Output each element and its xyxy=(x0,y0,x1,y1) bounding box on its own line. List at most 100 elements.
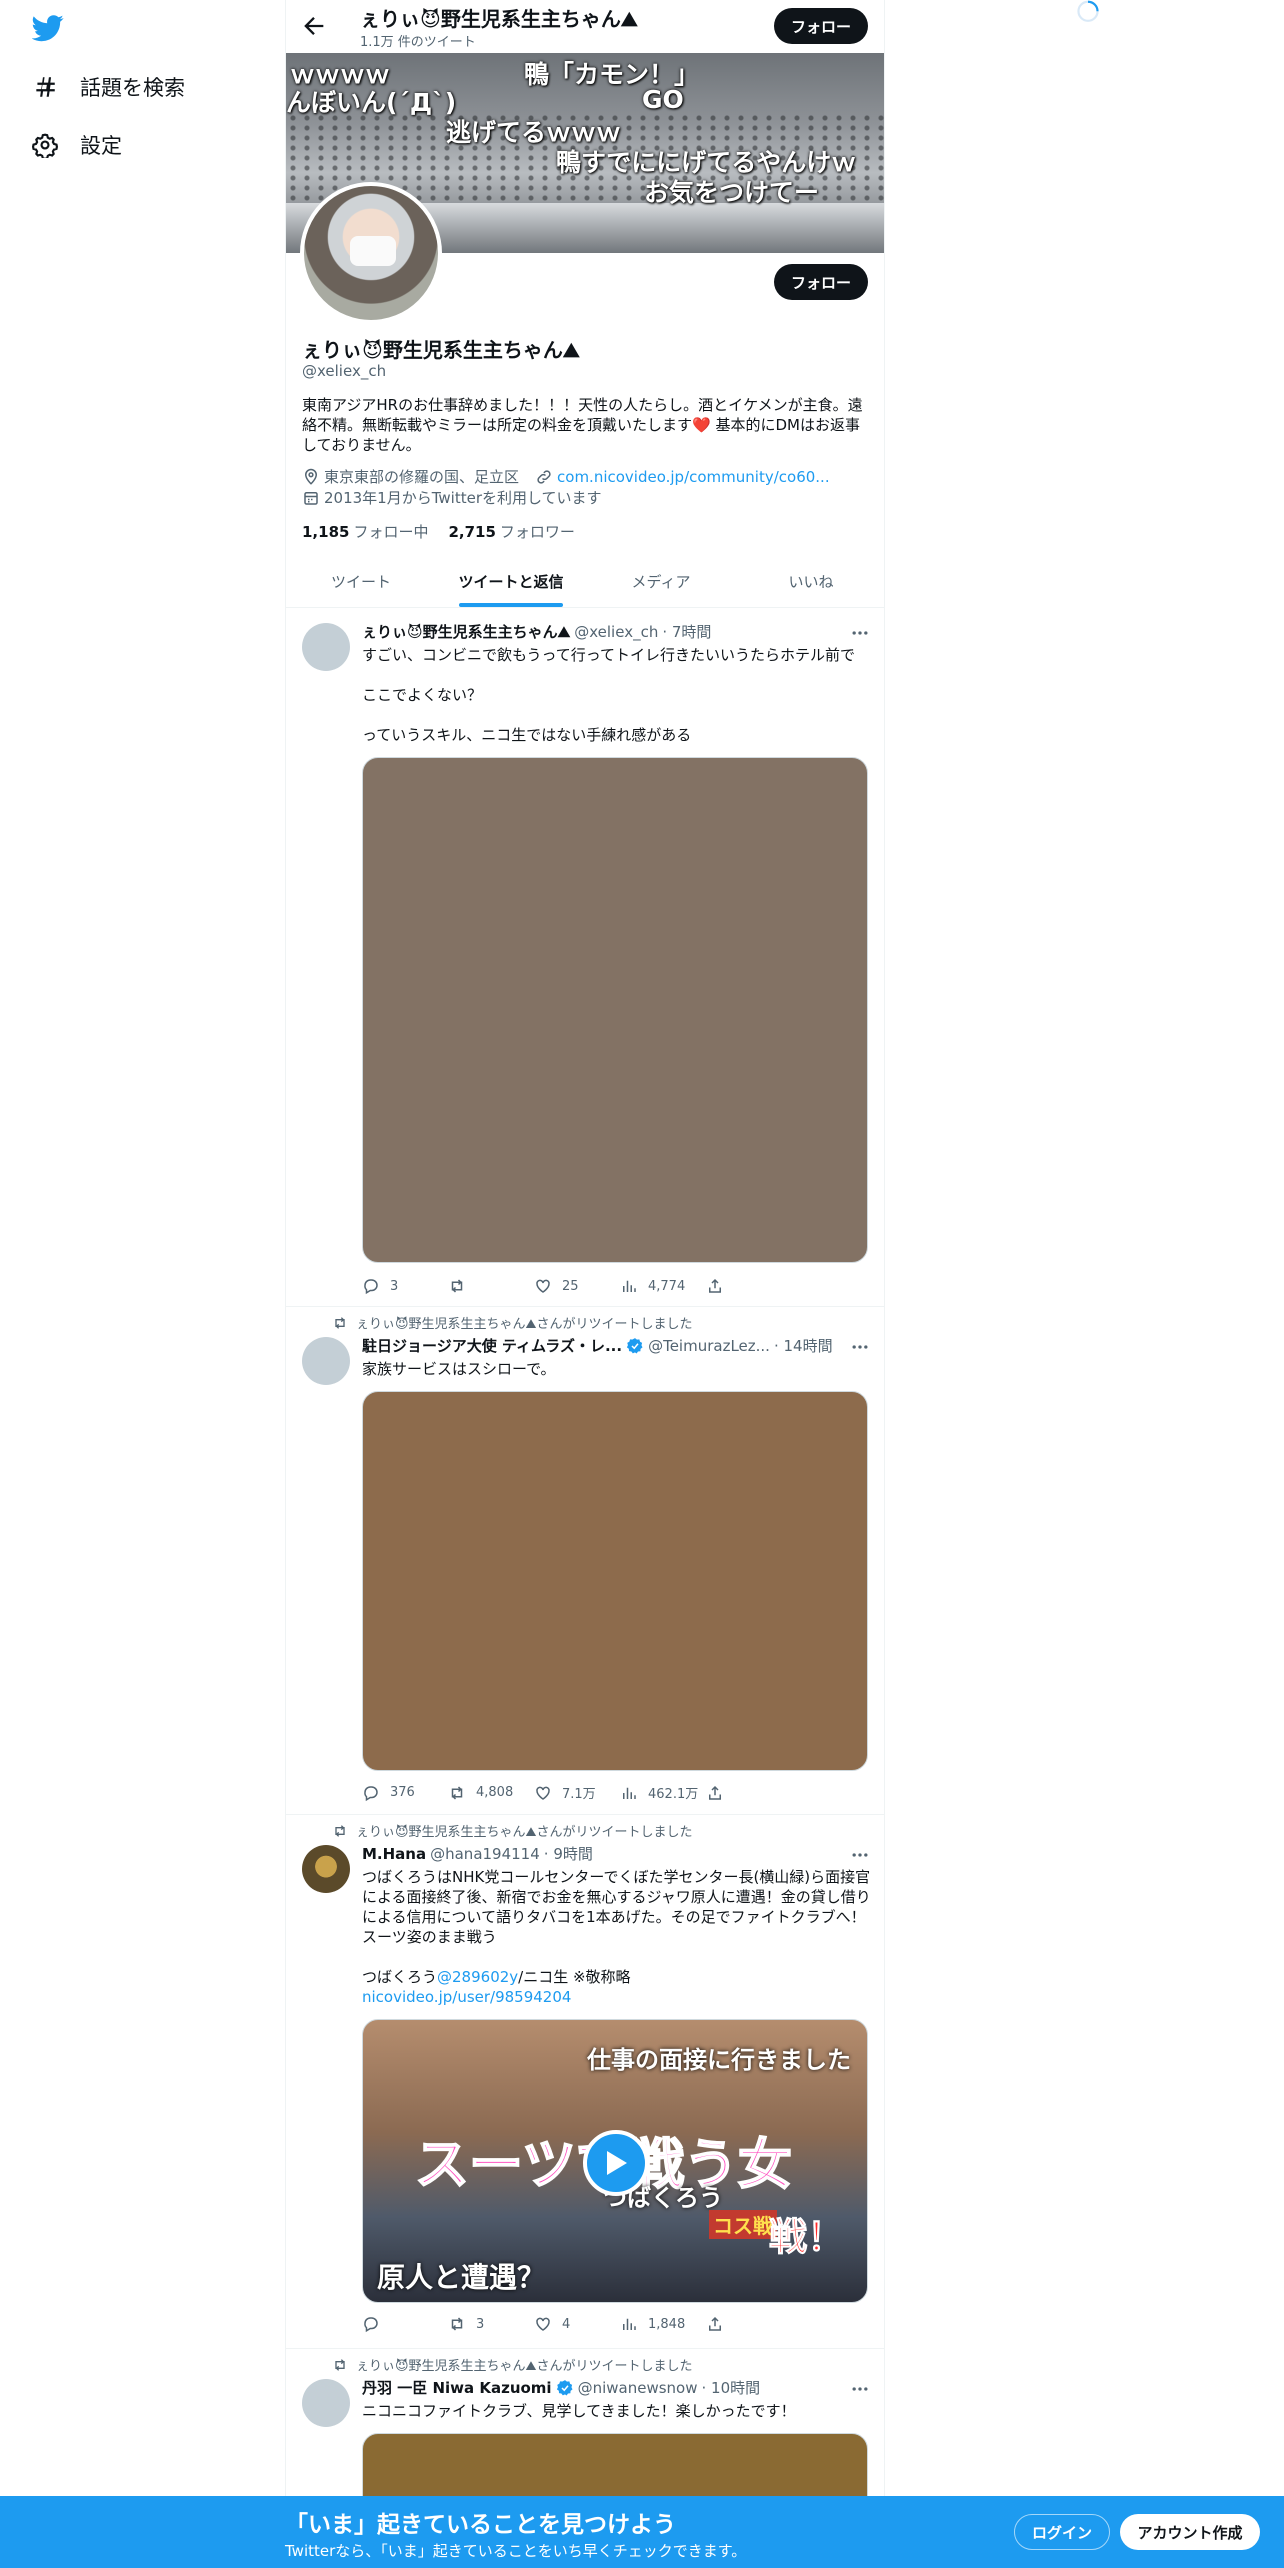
tweet-author-handle[interactable]: @TeimurazLez... xyxy=(648,1337,770,1355)
tab-tweets-and-replies[interactable]: ツイートと返信 xyxy=(436,555,586,607)
banner-text: んぼいん(´Д`) xyxy=(286,88,457,117)
play-icon xyxy=(607,2151,627,2175)
tweet-text: 家族サービスはスシローで。 xyxy=(362,1360,556,1378)
tab-media[interactable]: メディア xyxy=(586,555,736,607)
nav-explore-label: 話題を検索 xyxy=(80,76,185,100)
tweet-author-name[interactable]: ぇりぃ😈野生児系生主ちゃん⛰ xyxy=(362,621,570,642)
tab-tweets[interactable]: ツイート xyxy=(286,555,436,607)
tweet-author-name[interactable]: 駐日ジョージア大使 ティムラズ・レ... xyxy=(362,1335,622,1356)
share-icon xyxy=(709,2316,721,2331)
reply-icon xyxy=(364,2317,378,2333)
like-button[interactable]: 25 xyxy=(534,1277,620,1295)
tweet-image[interactable] xyxy=(362,1391,868,1771)
tweet-time[interactable]: · 14時間 xyxy=(774,1335,833,1356)
mention-link[interactable]: @289602y xyxy=(437,1968,518,1986)
header-follow-button[interactable]: フォロー xyxy=(774,8,868,44)
retweet-icon xyxy=(451,2317,463,2331)
reply-button[interactable]: 3 xyxy=(362,1277,448,1295)
tweet-avatar[interactable] xyxy=(302,2379,350,2427)
following-count-link[interactable]: 1,185 フォロー中 xyxy=(302,521,428,542)
profile-meta-row: 東京東部の修羅の国、足立区 com.nicovideo.jp/community… xyxy=(302,466,830,487)
tab-likes[interactable]: いいね xyxy=(736,555,884,607)
followers-count-link[interactable]: 2,715 フォロワー xyxy=(448,521,574,542)
tweet-avatar[interactable] xyxy=(302,1337,350,1385)
play-button[interactable] xyxy=(583,2130,649,2196)
share-button[interactable] xyxy=(706,1277,792,1295)
reply-button[interactable]: 376 xyxy=(362,1783,448,1802)
twitter-logo-icon[interactable] xyxy=(32,12,64,44)
signup-button[interactable]: アカウント作成 xyxy=(1120,2514,1260,2550)
reply-button[interactable] xyxy=(362,2315,448,2333)
heart-icon xyxy=(536,2317,550,2331)
tweet-image[interactable] xyxy=(362,757,868,1263)
retweet-icon xyxy=(335,1316,345,1329)
views-chart-icon xyxy=(623,1280,636,1292)
tweet-author-handle[interactable]: @xeliex_ch xyxy=(574,623,658,641)
profile-avatar[interactable] xyxy=(300,182,442,324)
tweet[interactable]: ぇりぃ😈野生児系生主ちゃん⛰さんがリツイートしました M.Hana @hana1… xyxy=(286,1815,884,2349)
profile-url-link[interactable]: com.nicovideo.jp/community/co60... xyxy=(557,468,830,486)
hashtag-icon xyxy=(36,77,55,97)
views-button[interactable]: 1,848 xyxy=(620,2315,706,2333)
tweet-header: 駐日ジョージア大使 ティムラズ・レ... @TeimurazLez... · 1… xyxy=(362,1335,833,1356)
tweet-author-name[interactable]: M.Hana xyxy=(362,1845,426,1863)
nav-settings[interactable]: 設定 xyxy=(32,130,122,160)
video-text: 戦！ xyxy=(768,2215,845,2260)
share-icon xyxy=(709,1278,721,1293)
follow-counts: 1,185 フォロー中 2,715 フォロワー xyxy=(302,521,575,542)
signup-banner-subtitle: Twitterなら、「いま」起きていることをいち早くチェックできます。 xyxy=(285,2542,747,2560)
tweet-header: ぇりぃ😈野生児系生主ちゃん⛰ @xeliex_ch · 7時間 xyxy=(362,621,711,642)
nav-settings-label: 設定 xyxy=(80,134,122,158)
retweet-icon xyxy=(451,1785,463,1800)
profile-tabs: ツイート ツイートと返信 メディア いいね xyxy=(286,555,884,608)
tweet-avatar[interactable] xyxy=(302,623,350,671)
tweet[interactable]: ぇりぃ😈野生児系生主ちゃん⛰ @xeliex_ch · 7時間 すごい、コンビニ… xyxy=(286,609,884,1307)
signup-banner: 「いま」起きていることを見つけよう Twitterなら、「いま」起きていることを… xyxy=(0,2496,1284,2568)
more-options-icon[interactable] xyxy=(850,2379,870,2399)
banner-text: GO xyxy=(642,85,684,114)
retweet-button[interactable] xyxy=(448,1277,534,1295)
retweet-button[interactable]: 4,808 xyxy=(448,1783,534,1802)
profile-joined: 2013年1月からTwitterを利用しています xyxy=(324,489,602,507)
profile-location: 東京東部の修羅の国、足立区 xyxy=(324,468,520,486)
views-button[interactable]: 4,774 xyxy=(620,1277,706,1295)
banner-text: お気をつけてー xyxy=(644,178,820,207)
signup-banner-title: 「いま」起きていることを見つけよう xyxy=(285,2512,676,2538)
back-arrow-icon[interactable] xyxy=(300,12,328,40)
tweet-text: つばくろうはNHK党コールセンターでくぼた学センター長(横山緑)ら面接官による面… xyxy=(362,1868,872,2007)
retweet-button[interactable]: 3 xyxy=(448,2315,534,2333)
tweet-avatar[interactable] xyxy=(302,1845,350,1893)
views-button[interactable]: 462.1万 xyxy=(620,1783,706,1802)
retweet-icon xyxy=(451,1279,463,1293)
link-icon xyxy=(537,469,551,484)
profile-joined-row: 2013年1月からTwitterを利用しています xyxy=(302,487,602,508)
profile-header-bar: ぇりぃ😈野生児系生主ちゃん⛰ 1.1万 件のツイート フォロー xyxy=(286,0,884,53)
tweet-time[interactable]: · 7時間 xyxy=(662,621,711,642)
tweet-time[interactable]: · 9時間 xyxy=(544,1843,593,1864)
sidebar: 話題を検索 設定 xyxy=(0,0,285,2568)
share-button[interactable] xyxy=(706,2315,792,2333)
tweet-author-handle[interactable]: @niwanewsnow xyxy=(578,2379,698,2397)
nav-explore[interactable]: 話題を検索 xyxy=(32,72,185,102)
like-button[interactable]: 4 xyxy=(534,2315,620,2333)
video-text: 原人と遭遇？ xyxy=(377,2261,546,2294)
tweet-url-link[interactable]: nicovideo.jp/user/98594204 xyxy=(362,1987,872,2007)
more-options-icon[interactable] xyxy=(850,623,870,643)
more-options-icon[interactable] xyxy=(850,1845,870,1865)
tweet-author-handle[interactable]: @hana194114 xyxy=(430,1845,540,1863)
share-button[interactable] xyxy=(706,1783,792,1802)
verified-badge-icon xyxy=(626,1337,643,1353)
retweet-icon xyxy=(335,2358,345,2371)
views-chart-icon xyxy=(623,2318,636,2330)
tweet-video[interactable]: 仕事の面接に行きました スーツで戦う女 つばくろう 原人と遭遇？ コス戦 戦！ xyxy=(362,2019,868,2303)
tweet-header: 丹羽 一臣 Niwa Kazuomi @niwanewsnow · 10時間 xyxy=(362,2377,760,2398)
profile-follow-button[interactable]: フォロー xyxy=(774,264,868,300)
tweet[interactable]: ぇりぃ😈野生児系生主ちゃん⛰さんがリツイートしました 駐日ジョージア大使 ティム… xyxy=(286,1307,884,1815)
more-options-icon[interactable] xyxy=(850,1337,870,1357)
like-button[interactable]: 7.1万 xyxy=(534,1783,620,1802)
tweet-author-name[interactable]: 丹羽 一臣 Niwa Kazuomi xyxy=(362,2377,552,2398)
tweet-time[interactable]: · 10時間 xyxy=(701,2377,760,2398)
retweet-indicator: ぇりぃ😈野生児系生主ちゃん⛰さんがリツイートしました xyxy=(332,2355,692,2374)
tweet-text: ニコニコファイトクラブ、見学してきました！楽しかったです！ xyxy=(362,2402,796,2420)
login-button[interactable]: ログイン xyxy=(1014,2514,1110,2550)
